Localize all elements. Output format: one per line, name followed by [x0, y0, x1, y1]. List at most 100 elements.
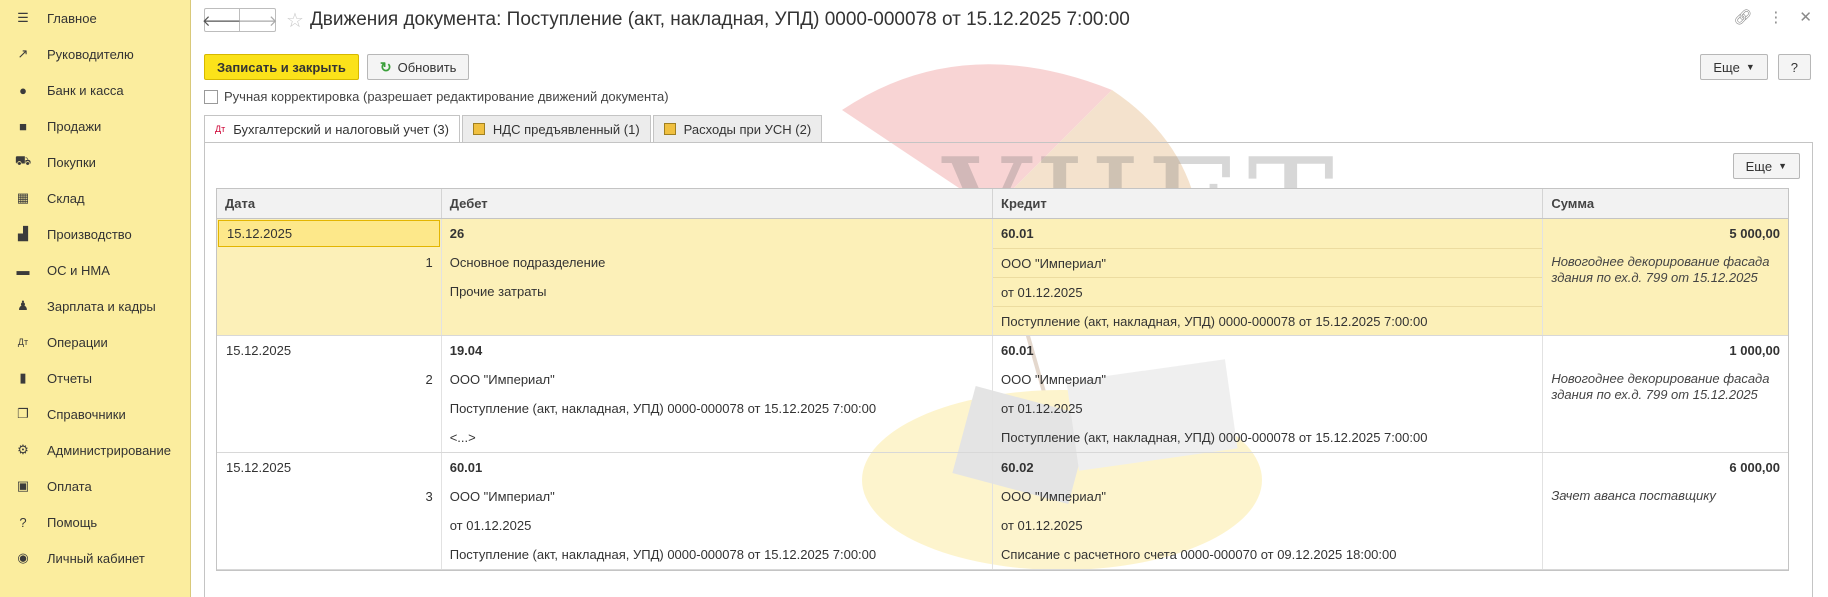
sidebar-item-cabinet[interactable]: ◉ Личный кабинет: [0, 540, 190, 576]
debit-subconto-3[interactable]: [442, 306, 992, 335]
link-icon[interactable]: 🔗︎: [1733, 8, 1752, 26]
table-more-button[interactable]: Еще ▼: [1732, 153, 1800, 179]
tab-bar: Дт Бухгалтерский и налоговый учет (3) НД…: [204, 115, 824, 143]
sidebar-item-sales[interactable]: ■ Продажи: [0, 108, 190, 144]
back-button[interactable]: 🡐: [202, 8, 242, 32]
sidebar-item-label: Отчеты: [47, 370, 92, 386]
refresh-button[interactable]: ↻ Обновить: [366, 54, 470, 80]
column-header-credit[interactable]: Кредит: [993, 189, 1544, 218]
debit-column: 26 Основное подразделение Прочие затраты: [442, 219, 994, 335]
debit-subconto-2[interactable]: от 01.12.2025: [442, 511, 992, 540]
content-cell[interactable]: Зачет аванса поставщику: [1543, 482, 1788, 508]
tab-accounting[interactable]: Дт Бухгалтерский и налоговый учет (3): [204, 115, 460, 143]
tab-label: Бухгалтерский и налоговый учет (3): [233, 121, 449, 137]
main-area: УЧЕТ БЕЗ ЗАБОТ 🡐 🡒 ☆ Движения документа:…: [192, 0, 1828, 597]
more-vertical-icon[interactable]: ⋮: [1768, 8, 1783, 26]
register-icon: [663, 123, 676, 135]
amount-cell[interactable]: 5 000,00: [1543, 219, 1788, 248]
sidebar-item-catalogs[interactable]: ❐ Справочники: [0, 396, 190, 432]
date-cell[interactable]: 15.12.2025: [217, 453, 441, 482]
debit-subconto-2[interactable]: Поступление (акт, накладная, УПД) 0000-0…: [442, 394, 992, 423]
manual-correction-checkbox[interactable]: [204, 89, 218, 104]
debit-subconto-1[interactable]: ООО "Империал": [442, 482, 992, 511]
more-label: Еще: [1745, 158, 1773, 174]
sidebar-item-manager[interactable]: ↗ Руководителю: [0, 36, 190, 72]
coin-icon: ●: [19, 82, 27, 98]
question-icon: ?: [19, 514, 27, 530]
table-row[interactable]: 15.12.2025 3 60.01 ООО "Империал" от 01.…: [217, 453, 1788, 570]
save-and-close-button[interactable]: Записать и закрыть: [204, 54, 359, 80]
debit-column: 19.04 ООО "Империал" Поступление (акт, н…: [442, 336, 994, 452]
sidebar-item-bank[interactable]: ● Банк и касса: [0, 72, 190, 108]
sidebar-item-main[interactable]: ☰ Главное: [0, 0, 190, 36]
debit-subconto-3[interactable]: Поступление (акт, накладная, УПД) 0000-0…: [442, 540, 992, 569]
debit-subconto-2[interactable]: Прочие затраты: [442, 277, 992, 306]
debit-account[interactable]: 60.01: [442, 453, 992, 482]
sidebar-item-label: Помощь: [47, 514, 98, 530]
cart-icon: ⛟: [14, 153, 32, 168]
credit-account[interactable]: 60.02: [993, 453, 1542, 482]
close-icon[interactable]: ✕: [1799, 8, 1812, 26]
sidebar-item-label: Операции: [47, 334, 108, 350]
amount-cell[interactable]: 1 000,00: [1543, 336, 1788, 365]
sidebar-item-production[interactable]: ▟ Производство: [0, 216, 190, 252]
column-header-date[interactable]: Дата: [217, 189, 442, 218]
debit-subconto-1[interactable]: Основное подразделение: [442, 248, 992, 277]
entries-table: Дата Дебет Кредит Сумма 15.12.2025 1 26 …: [216, 188, 1789, 571]
sidebar-item-admin[interactable]: ⚙ Администрирование: [0, 432, 190, 468]
sidebar-item-salary[interactable]: ♟ Зарплата и кадры: [0, 288, 190, 324]
help-button[interactable]: ?: [1777, 54, 1811, 80]
sidebar-item-reports[interactable]: ▮ Отчеты: [0, 360, 190, 396]
debit-subconto-1[interactable]: ООО "Империал": [442, 365, 992, 394]
credit-subconto-3[interactable]: Поступление (акт, накладная, УПД) 0000-0…: [993, 423, 1542, 452]
tab-vat[interactable]: НДС предъявленный (1): [461, 115, 651, 143]
toolbar-right: Еще ▼ ?: [1700, 54, 1811, 80]
sidebar-item-operations[interactable]: Дт Операции: [0, 324, 190, 360]
sidebar-item-help[interactable]: ? Помощь: [0, 504, 190, 540]
credit-subconto-1[interactable]: ООО "Империал": [993, 248, 1543, 277]
credit-account[interactable]: 60.01: [993, 219, 1542, 248]
column-header-amount[interactable]: Сумма: [1543, 189, 1788, 218]
sidebar-item-label: ОС и НМА: [47, 262, 110, 278]
forward-button[interactable]: 🡒: [237, 8, 278, 32]
user-circle-icon: ◉: [17, 550, 29, 565]
sidebar-item-label: Личный кабинет: [47, 550, 145, 566]
credit-subconto-2[interactable]: от 01.12.2025: [993, 277, 1543, 306]
sidebar-item-fixed-assets[interactable]: ▬ ОС и НМА: [0, 252, 190, 288]
credit-subconto-3[interactable]: Поступление (акт, накладная, УПД) 0000-0…: [993, 306, 1543, 335]
table-header: Дата Дебет Кредит Сумма: [217, 189, 1788, 219]
column-header-debit[interactable]: Дебет: [442, 189, 994, 218]
more-button[interactable]: Еще ▼: [1700, 54, 1768, 80]
date-column: 15.12.2025 3: [217, 453, 442, 569]
debit-account[interactable]: 19.04: [442, 336, 992, 365]
trend-icon: ↗: [17, 46, 29, 61]
favorite-star-icon[interactable]: ☆: [286, 8, 304, 33]
date-cell[interactable]: 15.12.2025: [217, 336, 441, 365]
credit-subconto-2[interactable]: от 01.12.2025: [993, 511, 1542, 540]
content-cell[interactable]: Новогоднее декорирование фасада здания п…: [1543, 248, 1788, 290]
tab-usn-expenses[interactable]: Расходы при УСН (2): [652, 115, 823, 143]
dt-kt-icon: Дт: [17, 337, 29, 347]
credit-account[interactable]: 60.01: [993, 336, 1542, 365]
sidebar-item-purchases[interactable]: ⛟ Покупки: [0, 144, 190, 180]
content-cell[interactable]: Новогоднее декорирование фасада здания п…: [1543, 365, 1788, 407]
debit-subconto-3[interactable]: <...>: [442, 423, 992, 452]
debit-column: 60.01 ООО "Империал" от 01.12.2025 Посту…: [442, 453, 994, 569]
credit-subconto-1[interactable]: ООО "Империал": [993, 365, 1542, 394]
date-cell[interactable]: 15.12.2025: [218, 220, 440, 247]
sidebar-item-warehouse[interactable]: ▦ Склад: [0, 180, 190, 216]
amount-cell[interactable]: 6 000,00: [1543, 453, 1788, 482]
date-column: 15.12.2025 1: [217, 219, 442, 335]
bag-icon: ■: [19, 118, 27, 134]
table-row[interactable]: 15.12.2025 1 26 Основное подразделение П…: [217, 219, 1788, 336]
credit-subconto-1[interactable]: ООО "Империал": [993, 482, 1542, 511]
sidebar-item-label: Покупки: [47, 154, 96, 170]
table-row[interactable]: 15.12.2025 2 19.04 ООО "Империал" Поступ…: [217, 336, 1788, 453]
credit-subconto-3[interactable]: Списание с расчетного счета 0000-000070 …: [993, 540, 1542, 569]
debit-account[interactable]: 26: [442, 219, 992, 248]
gear-icon: ⚙: [17, 442, 29, 457]
sidebar-item-label: Главное: [47, 10, 97, 26]
credit-subconto-2[interactable]: от 01.12.2025: [993, 394, 1542, 423]
sidebar-item-payment[interactable]: ▣ Оплата: [0, 468, 190, 504]
tab-label: НДС предъявленный (1): [492, 121, 640, 137]
